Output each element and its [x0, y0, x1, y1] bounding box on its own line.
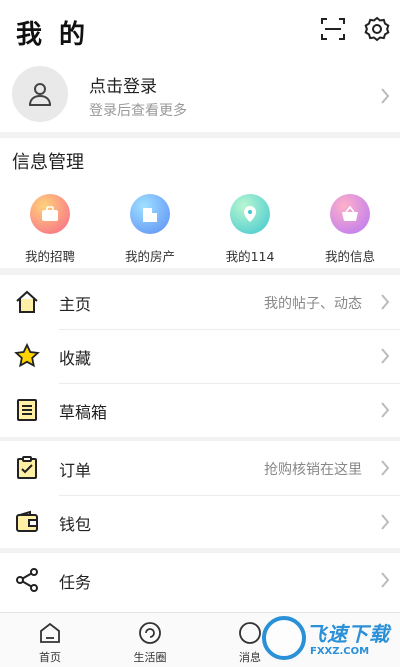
section-title: 信息管理 [12, 152, 84, 173]
tab-life-circle[interactable]: 生活圈 [110, 619, 190, 665]
chevron-right-icon [381, 348, 390, 364]
chevron-right-icon [381, 402, 390, 418]
grid-item-114[interactable]: 我的114 [200, 190, 300, 265]
menu-item-favorites[interactable]: 收藏 [0, 329, 400, 383]
menu-item-wallet[interactable]: 钱包 [0, 495, 400, 549]
tab-home[interactable]: 首页 [10, 619, 90, 665]
scan-icon[interactable] [320, 16, 346, 42]
menu-group-3: 任务 [0, 553, 400, 612]
page-title: 我 的 [16, 20, 90, 50]
draft-icon [17, 399, 37, 421]
user-icon [28, 83, 52, 106]
briefcase-icon [30, 194, 70, 234]
login-title: 点击登录 [89, 77, 157, 97]
menu-item-orders[interactable]: 订单 抢购核销在这里 [0, 441, 400, 495]
menu-group-2: 订单 抢购核销在这里 钱包 [0, 441, 400, 548]
grid-item-recruitment[interactable]: 我的招聘 [0, 190, 100, 265]
watermark-circle-icon [262, 616, 306, 660]
home-icon [16, 290, 38, 313]
star-icon [14, 343, 40, 368]
login-subtitle: 登录后查看更多 [89, 103, 187, 119]
chevron-right-icon [381, 294, 390, 310]
gear-icon[interactable] [364, 16, 390, 42]
pin-icon [230, 194, 270, 234]
share-icon [16, 568, 38, 592]
menu-item-tasks[interactable]: 任务 [0, 553, 400, 607]
chevron-right-icon [381, 572, 390, 588]
order-icon [17, 456, 37, 479]
menu-item-home[interactable]: 主页 我的帖子、动态 [0, 275, 400, 329]
basket-icon [330, 194, 370, 234]
chevron-right-icon [381, 88, 390, 104]
top-bar: 我 的 [0, 0, 400, 60]
grid-item-property[interactable]: 我的房产 [100, 190, 200, 265]
login-card[interactable]: 点击登录 登录后查看更多 [0, 60, 400, 132]
chevron-right-icon [381, 514, 390, 530]
building-icon [130, 194, 170, 234]
grid-item-my-info[interactable]: 我的信息 [300, 190, 400, 265]
watermark-logo: 飞速下载 FXXZ.COM [258, 612, 400, 667]
info-management-section: 信息管理 我的招聘 我的房产 我的114 我的信息 [0, 138, 400, 268]
menu-group-1: 主页 我的帖子、动态 收藏 草稿箱 [0, 275, 400, 437]
life-circle-icon [139, 622, 161, 644]
avatar [12, 66, 68, 122]
chevron-right-icon [381, 460, 390, 476]
home-tab-icon [40, 622, 60, 643]
wallet-icon [16, 510, 38, 532]
menu-item-drafts[interactable]: 草稿箱 [0, 383, 400, 437]
